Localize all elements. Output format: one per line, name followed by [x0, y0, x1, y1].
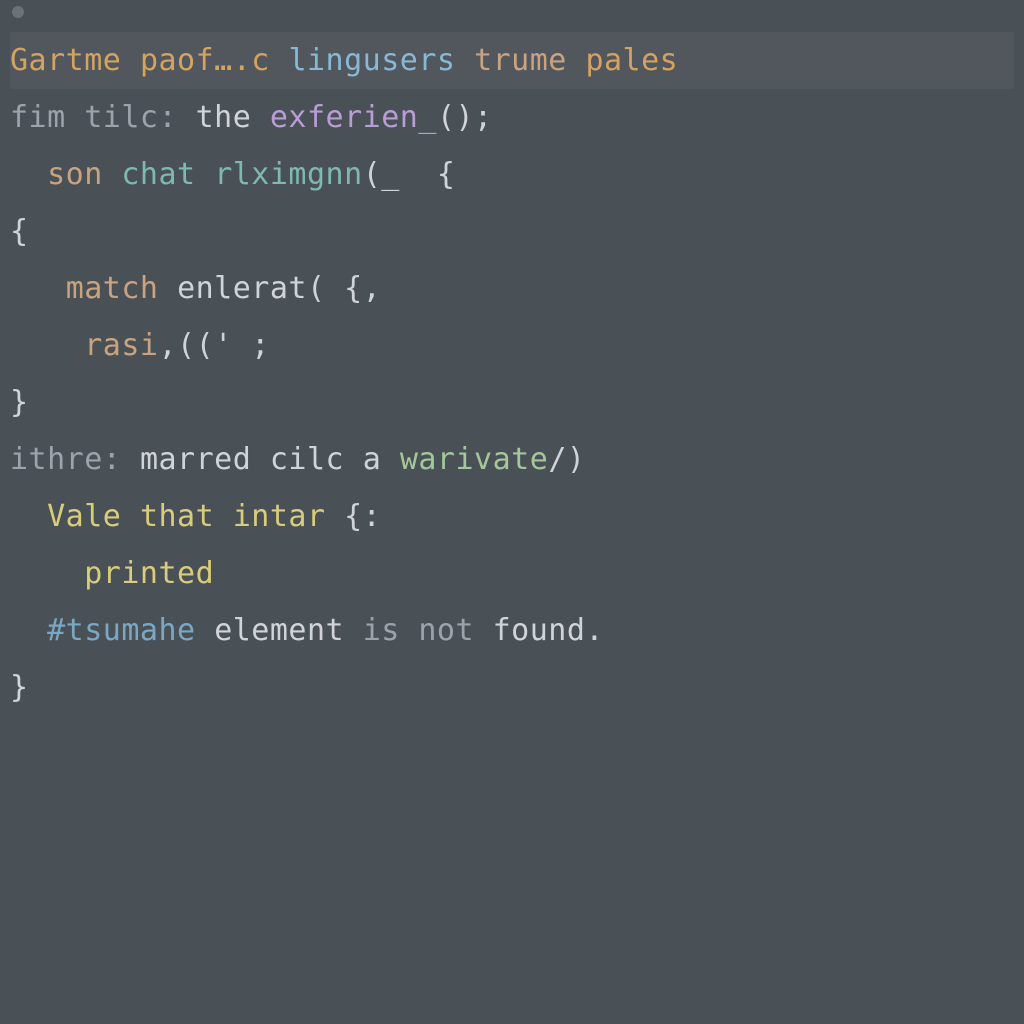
code-line: Gartme paof….c lingusers trume pales	[10, 32, 1014, 89]
code-line: printed	[10, 545, 1014, 602]
code-line: rasi,((' ;	[10, 317, 1014, 374]
traffic-light-close[interactable]	[12, 6, 24, 18]
code-line: ithre: marred cilc a warivate/)	[10, 431, 1014, 488]
code-line: }	[10, 374, 1014, 431]
title-bar	[0, 0, 1024, 24]
code-line: }	[10, 659, 1014, 716]
code-editor[interactable]: Gartme paof….c lingusers trume pales fim…	[0, 24, 1024, 724]
code-line: #tsumahe element is not found.	[10, 602, 1014, 659]
code-line: match enlerat( {,	[10, 260, 1014, 317]
code-line: son chat rlximgnn(_ {	[10, 146, 1014, 203]
code-line: {	[10, 203, 1014, 260]
code-line: fim tilc: the exferien_();	[10, 89, 1014, 146]
code-line: Vale that intar {:	[10, 488, 1014, 545]
